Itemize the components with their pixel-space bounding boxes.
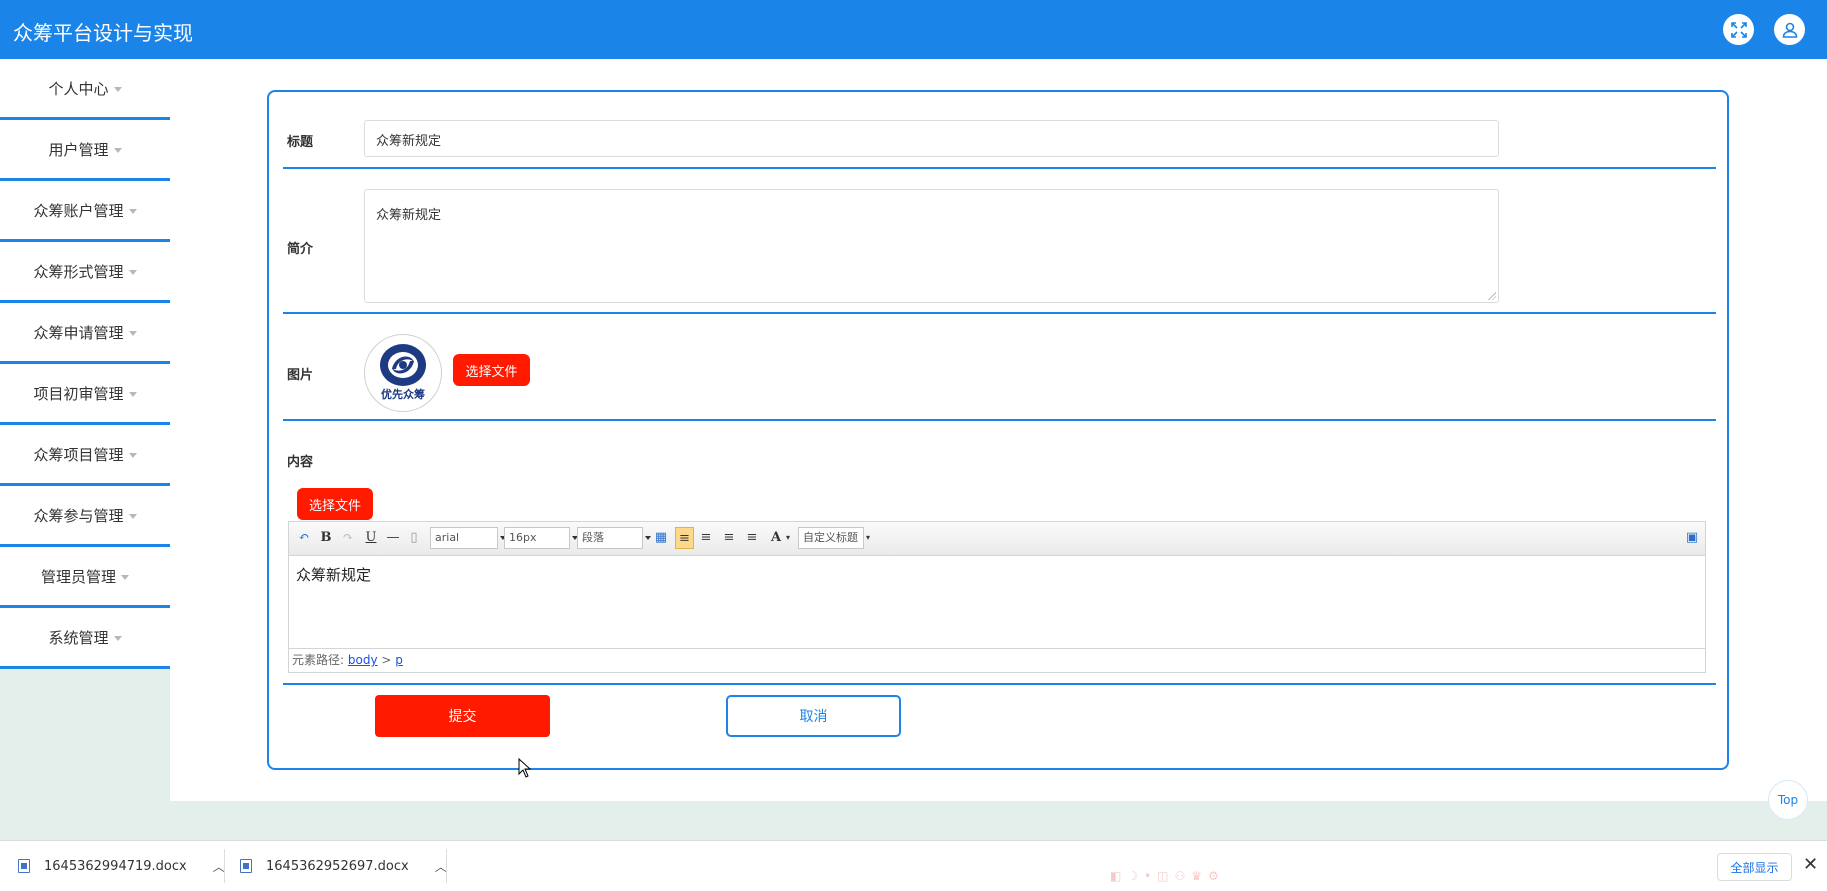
choose-content-file-button[interactable]: 选择文件 [297,488,373,520]
divider [283,683,1716,685]
chevron-up-icon[interactable]: ︿ [435,858,447,875]
summary-label: 简介 [287,242,314,257]
paragraph-select[interactable]: 段落 [577,527,651,549]
summary-textarea[interactable]: 众筹新规定 [364,189,1499,303]
align-left-icon[interactable]: ≡ [675,527,694,549]
logo-caption: 优先众筹 [381,388,425,401]
submit-button[interactable]: 提交 [375,695,550,737]
mouse-cursor-icon [518,758,532,778]
sidebar-item-personal-center[interactable]: 个人中心 [0,59,170,120]
redo-icon[interactable]: ↷ [341,529,355,547]
title-label: 标题 [287,135,314,150]
caret-down-icon [128,208,137,214]
divider [283,167,1716,169]
font-family-select[interactable]: arial [430,527,506,549]
expand-icon [1730,21,1747,38]
chevron-up-icon[interactable]: ︿ [213,858,225,875]
caret-down-icon [128,452,137,458]
sidebar-item-participation-management[interactable]: 众筹参与管理 [0,486,170,547]
caret-down-icon [128,513,137,519]
custom-title-select[interactable]: 自定义标题 [798,527,864,549]
uploaded-image-preview: 优先众筹 [364,334,442,412]
divider [224,849,225,883]
caret-down-icon [128,330,137,336]
user-icon [1782,22,1797,38]
horizontal-rule-icon[interactable]: — [386,529,400,547]
cancel-button[interactable]: 取消 [726,695,901,737]
caret-down-icon [121,574,129,580]
divider [283,419,1716,421]
sidebar: 个人中心 用户管理 众筹账户管理 众筹形式管理 众筹申请管理 项目初审管理 众筹… [0,59,170,669]
sidebar-item-system-management[interactable]: 系统管理 [0,608,170,669]
element-path-bar: 元素路径: body > p [289,648,1705,672]
app-title: 众筹平台设计与实现 [13,21,193,45]
editor-content[interactable]: 众筹新规定 [289,556,1705,650]
sidebar-item-form-management[interactable]: 众筹形式管理 [0,242,170,303]
align-right-icon[interactable]: ≡ [699,529,713,547]
sidebar-item-user-management[interactable]: 用户管理 [0,120,170,181]
choose-image-file-button[interactable]: 选择文件 [453,354,530,386]
ime-toolbar-icon: ◧☽•◫⚇♛⚙ [1110,869,1225,883]
divider [283,312,1716,314]
caret-down-icon [113,635,122,641]
caret-down-icon [128,269,137,275]
align-justify-icon[interactable]: ≡ [745,529,759,547]
rich-text-editor: ↶ B ↷ U — ▯ arial 16px 段落 ▦ ≡ ≡ ≡ ≡ A ▾ … [288,521,1706,673]
word-document-icon [240,859,252,873]
dropdown-arrow-icon [645,536,651,540]
font-color-icon[interactable]: A [769,529,783,547]
download-bar: 1645362994719.docx ︿ 1645362952697.docx … [0,840,1827,891]
caret-down-icon [128,391,137,397]
sidebar-item-application-management[interactable]: 众筹申请管理 [0,303,170,364]
fullscreen-button[interactable] [1723,14,1754,45]
image-label: 图片 [287,368,314,383]
close-icon[interactable]: ✕ [1803,854,1818,875]
divider [446,849,447,883]
user-menu-button[interactable] [1774,14,1805,45]
sidebar-item-admin-management[interactable]: 管理员管理 [0,547,170,608]
editor-toolbar: ↶ B ↷ U — ▯ arial 16px 段落 ▦ ≡ ≡ ≡ ≡ A ▾ … [289,522,1705,556]
back-to-top-button[interactable]: Top [1768,780,1808,820]
undo-icon[interactable]: ↶ [296,529,312,547]
path-p-link[interactable]: p [395,653,403,667]
download-item[interactable]: 1645362952697.docx ︿ [240,841,447,891]
bold-icon[interactable]: B [319,529,333,547]
download-item[interactable]: 1645362994719.docx ︿ [18,841,225,891]
sidebar-item-initial-review[interactable]: 项目初审管理 [0,364,170,425]
align-center-icon[interactable]: ≡ [722,529,736,547]
show-all-downloads-button[interactable]: 全部显示 [1717,853,1792,881]
title-input[interactable]: 众筹新规定 [364,120,1499,157]
caret-down-icon [113,86,122,92]
caret-down-icon [113,147,122,153]
sidebar-item-project-management[interactable]: 众筹项目管理 [0,425,170,486]
font-size-select[interactable]: 16px [504,527,578,549]
table-icon[interactable]: ▦ [654,529,668,547]
blank-page-icon[interactable]: ▯ [408,529,420,547]
word-document-icon [18,859,30,873]
top-header: 众筹平台设计与实现 [0,0,1827,59]
sidebar-item-account-management[interactable]: 众筹账户管理 [0,181,170,242]
content-label: 内容 [287,455,314,470]
fullscreen-editor-icon[interactable]: ▣ [1684,529,1700,547]
dropdown-arrow-icon[interactable]: ▾ [785,529,791,547]
dropdown-arrow-icon[interactable]: ▾ [865,529,871,547]
path-body-link[interactable]: body [348,653,378,667]
underline-icon[interactable]: U [364,529,378,547]
resize-handle-icon[interactable] [1488,292,1496,300]
